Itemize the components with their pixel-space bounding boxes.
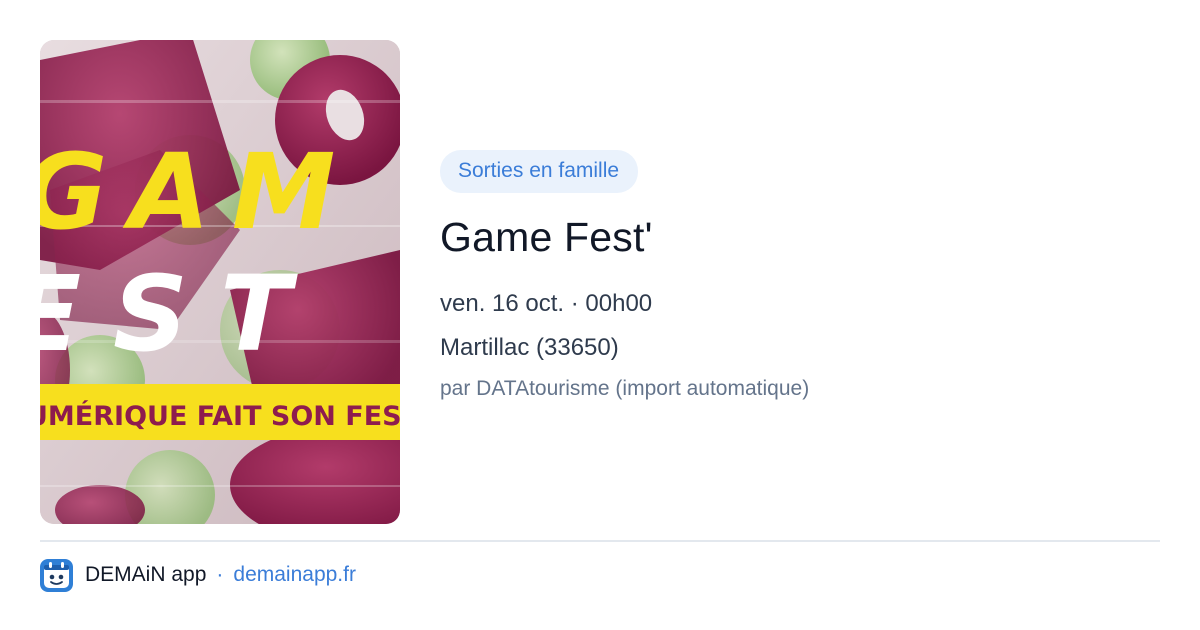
footer: DEMAiN app · demainapp.fr xyxy=(40,558,356,592)
footer-separator: · xyxy=(216,563,224,586)
event-datetime: ven. 16 oct. · 00h00 xyxy=(440,290,653,317)
poster-banner-text: UMÉRIQUE FAIT SON FEST xyxy=(40,400,400,432)
app-logo-icon[interactable] xyxy=(40,558,73,592)
event-location: Martillac (33650) xyxy=(440,334,619,361)
category-tag[interactable]: Sorties en famille xyxy=(440,150,639,193)
poster-title-line2: EST xyxy=(40,253,323,375)
event-card[interactable]: GAM GAM EST UMÉRIQUE FAIT SON FEST Sorti… xyxy=(0,0,1200,630)
event-poster-image[interactable]: GAM GAM EST UMÉRIQUE FAIT SON FEST xyxy=(40,40,400,524)
app-website-link[interactable]: demainapp.fr xyxy=(233,563,356,587)
app-name: DEMAiN app xyxy=(85,563,207,586)
event-source: par DATAtourisme (import automatique) xyxy=(440,377,810,400)
event-info: Sorties en famille Game Fest' ven. 16 oc… xyxy=(440,150,1140,403)
footer-divider xyxy=(40,540,1160,542)
event-title[interactable]: Game Fest' xyxy=(440,211,1140,263)
